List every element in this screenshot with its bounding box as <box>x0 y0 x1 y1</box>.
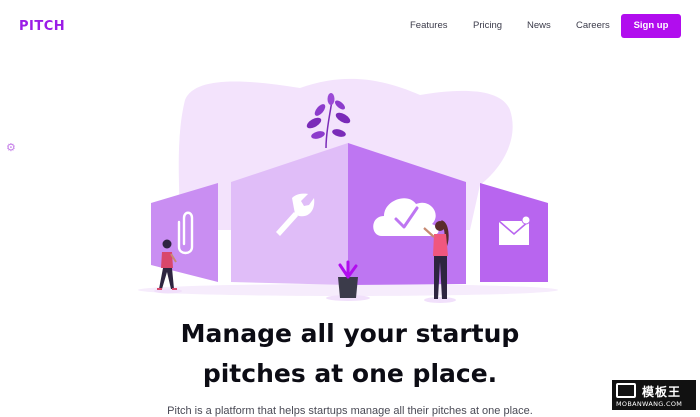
headline-line-1: Manage all your startup <box>180 319 520 348</box>
hero-subtext: Pitch is a platform that helps startups … <box>167 405 533 417</box>
watermark-bottom-text: MOBANWANG.COM <box>616 400 683 408</box>
watermark-top-text: 模板王 <box>642 385 682 399</box>
watermark-badge: 模板王 MOBANWANG.COM <box>612 380 696 410</box>
hero-headline: Manage all your startup pitches at one p… <box>130 314 570 394</box>
headline-line-2: pitches at one place. <box>202 359 498 388</box>
watermark-logo-icon <box>616 383 636 398</box>
